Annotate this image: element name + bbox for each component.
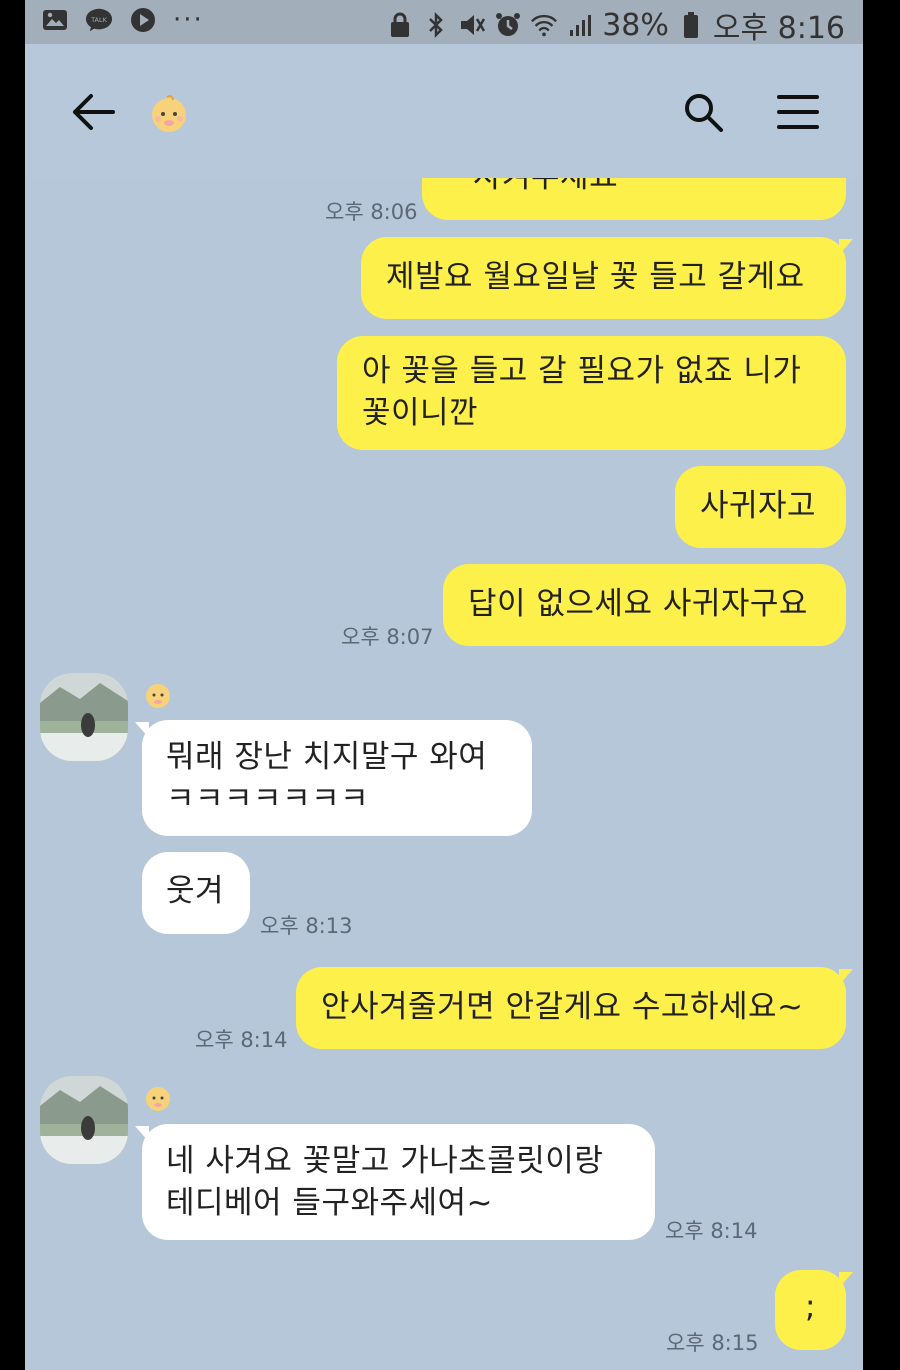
message-time: 오후 8:13 [260, 914, 353, 938]
message-text-line: ㅋㅋㅋㅋㅋㅋㅋ [166, 781, 370, 817]
image-icon [41, 6, 69, 34]
battery-percent: 38% [602, 7, 669, 43]
status-bar: TALK ··· 38% 오후 8:16 [25, 0, 863, 47]
status-time: 오후 8:16 [712, 11, 845, 46]
wifi-icon [530, 11, 558, 39]
my-message: 제발요 월요일날 꽃 들고 갈게요 [361, 237, 846, 319]
mute-icon [458, 11, 486, 39]
message-time: 오후 8:15 [666, 1331, 759, 1355]
message-text-line: 꽃이니깐 [362, 395, 479, 431]
message-list[interactable]: 사겨주세요 오후 8:06 제발요 월요일날 꽃 들고 갈게요 아 꽃을 들고 … [25, 178, 863, 1370]
more-icon: ··· [173, 5, 204, 35]
friend-profile-photo[interactable] [40, 1076, 128, 1164]
alarm-icon [494, 11, 522, 39]
my-message: ; [775, 1270, 846, 1350]
friend-message: 웃겨 [142, 852, 250, 934]
message-text-line: 네 사겨요 꽃말고 가나초콜릿이랑 [166, 1143, 604, 1179]
message-text: 사귀자고 [700, 488, 817, 524]
signal-icon [566, 11, 594, 39]
my-message: 사겨주세요 [422, 178, 846, 220]
my-message: 답이 없으세요 사귀자구요 [443, 564, 846, 646]
chat-header [25, 44, 863, 178]
message-time: 오후 8:07 [341, 625, 434, 649]
friend-message: 네 사겨요 꽃말고 가나초콜릿이랑 테디베어 들구와주세여~ [142, 1124, 655, 1240]
my-message: 사귀자고 [675, 466, 846, 548]
message-time: 오후 8:06 [325, 200, 418, 224]
bubble-tail [839, 239, 853, 255]
chat-window: TALK ··· 38% 오후 8:16 오후 8:06 제발요 월요일날 꽃 … [25, 0, 863, 1370]
baby-emoji-icon [148, 92, 190, 134]
message-text-line: 아 꽃을 들고 갈 필요가 없죠 니가 [362, 353, 802, 389]
search-icon[interactable] [681, 90, 725, 134]
message-text: 웃겨 [166, 873, 225, 909]
baby-emoji-icon [143, 680, 173, 710]
bluetooth-icon [422, 11, 450, 39]
status-right: 38% 오후 8:16 [386, 3, 845, 47]
bubble-tail [839, 969, 853, 985]
svg-text:TALK: TALK [90, 16, 108, 24]
message-text: 답이 없으세요 사귀자구요 [468, 586, 808, 622]
my-message: 안사겨줄거면 안갈게요 수고하세요~ [296, 967, 846, 1049]
status-left-icons: TALK ··· [41, 5, 204, 35]
back-arrow-icon[interactable] [69, 90, 117, 134]
my-message: 아 꽃을 들고 갈 필요가 없죠 니가 꽃이니깐 [337, 336, 846, 450]
talk-icon: TALK [85, 6, 113, 34]
message-text: 제발요 월요일날 꽃 들고 갈게요 [386, 259, 805, 295]
message-text: 안사겨줄거면 안갈게요 수고하세요~ [321, 989, 804, 1025]
baby-emoji-icon [143, 1083, 173, 1113]
message-time: 오후 8:14 [665, 1219, 758, 1243]
message-text-line: 테디베어 들구와주세여~ [166, 1185, 494, 1221]
message-text: ; [805, 1289, 816, 1325]
battery-icon [677, 11, 705, 39]
play-icon [129, 6, 157, 34]
friend-profile-photo[interactable] [40, 673, 128, 761]
menu-icon[interactable] [777, 92, 819, 132]
friend-message: 뭐래 장난 치지말구 와여 ㅋㅋㅋㅋㅋㅋㅋ [142, 720, 532, 836]
lock-icon [386, 11, 414, 39]
message-text-line: 뭐래 장난 치지말구 와여 [166, 739, 488, 775]
message-time: 오후 8:14 [195, 1028, 288, 1052]
bubble-tail [135, 1126, 149, 1142]
bubble-tail [135, 722, 149, 738]
message-text: 사겨주세요 [447, 178, 821, 198]
bubble-tail [839, 1272, 853, 1288]
